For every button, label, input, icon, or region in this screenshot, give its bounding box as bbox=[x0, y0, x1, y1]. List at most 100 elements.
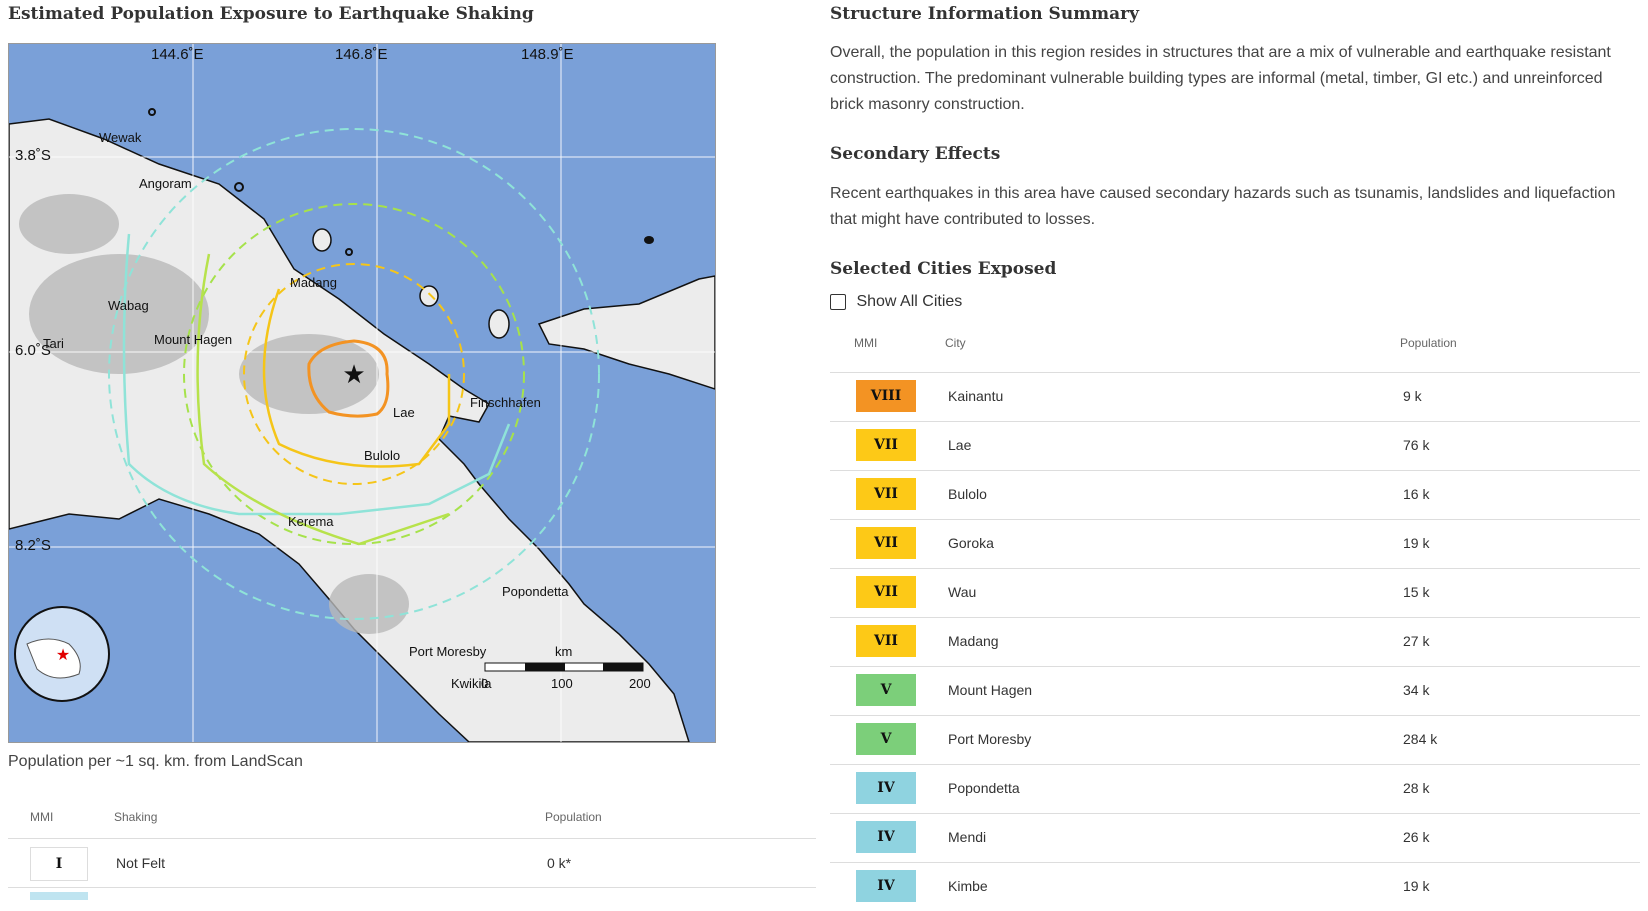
shaking-table-header: MMI Shaking Population bbox=[8, 808, 816, 838]
cities-table-header: MMI City Population bbox=[830, 330, 1640, 372]
lat-label: 3.8˚S bbox=[15, 147, 51, 164]
show-all-checkbox[interactable] bbox=[830, 294, 846, 310]
city-label: Finschhafen bbox=[470, 395, 541, 410]
city-label: Madang bbox=[290, 275, 337, 290]
city-name: Kimbe bbox=[948, 878, 988, 894]
table-row bbox=[8, 887, 816, 900]
scale-unit: km bbox=[555, 644, 573, 659]
mmi-badge: VII bbox=[856, 527, 916, 559]
scale-tick: 200 bbox=[629, 676, 651, 691]
city-label: Mount Hagen bbox=[154, 332, 233, 347]
secondary-title: Secondary Effects bbox=[830, 144, 1001, 164]
mmi-badge: I bbox=[30, 847, 88, 881]
city-label: Popondetta bbox=[502, 584, 569, 599]
city-row: V Mount Hagen 34 k bbox=[830, 666, 1640, 715]
island bbox=[312, 228, 332, 252]
shaking-label: Not Felt bbox=[116, 855, 166, 871]
city-population: 9 k bbox=[1403, 388, 1422, 404]
header-shaking: Shaking bbox=[114, 810, 158, 824]
mmi-badge: VII bbox=[856, 478, 916, 510]
city-population: 284 k bbox=[1403, 731, 1438, 747]
lon-label: 146.8˚E bbox=[335, 46, 388, 63]
city-population: 15 k bbox=[1403, 584, 1430, 600]
city-row: VII Goroka 19 k bbox=[830, 519, 1640, 568]
city-row: VII Lae 76 k bbox=[830, 421, 1640, 470]
header-city: City bbox=[945, 336, 966, 350]
city-row: V Port Moresby 284 k bbox=[830, 715, 1640, 764]
shaking-table: MMI Shaking Population I Not Felt 0 k* bbox=[8, 808, 816, 900]
mmi-badge: IV bbox=[856, 870, 916, 902]
table-row: I Not Felt 0 k* bbox=[8, 838, 816, 887]
secondary-text: Recent earthquakes in this area have cau… bbox=[830, 185, 1616, 228]
lat-label: 8.2˚S bbox=[15, 537, 51, 554]
city-population: 26 k bbox=[1403, 829, 1430, 845]
exposure-map: ★ ★ 144.6˚E 146.8˚E 148.9˚E 3.8˚S 6.0˚S … bbox=[8, 43, 716, 743]
map-caption: Population per ~1 sq. km. from LandScan bbox=[8, 753, 303, 770]
city-population: 27 k bbox=[1403, 633, 1430, 649]
city-label: Angoram bbox=[139, 176, 192, 191]
inset-star-icon: ★ bbox=[56, 647, 70, 664]
city-label: Tari bbox=[43, 336, 64, 351]
island bbox=[488, 309, 510, 339]
structure-text: Overall, the population in this region r… bbox=[830, 44, 1611, 113]
cities-table-body: VIII Kainantu 9 k VII Lae 76 k VII Bulolo 16 k VI… bbox=[830, 372, 1640, 911]
population-value: 0 k* bbox=[547, 855, 572, 871]
city-row: VIII Kainantu 9 k bbox=[830, 372, 1640, 421]
lon-label: 144.6˚E bbox=[151, 46, 204, 63]
city-name: Madang bbox=[948, 633, 999, 649]
city-population: 19 k bbox=[1403, 878, 1430, 894]
mmi-badge: V bbox=[856, 674, 916, 706]
city-name: Mendi bbox=[948, 829, 987, 845]
city-population: 16 k bbox=[1403, 486, 1430, 502]
map-svg: ★ ★ bbox=[9, 44, 715, 742]
island bbox=[644, 236, 654, 244]
show-all-cities-toggle[interactable]: Show All Cities bbox=[830, 293, 962, 311]
city-row: IV Kimbe 19 k bbox=[830, 862, 1640, 911]
city-name: Wau bbox=[948, 584, 977, 600]
mmi-badge: VII bbox=[856, 576, 916, 608]
city-row: VII Madang 27 k bbox=[830, 617, 1640, 666]
header-population: Population bbox=[545, 810, 602, 824]
city-label: Port Moresby bbox=[409, 644, 487, 659]
city-name: Bulolo bbox=[948, 486, 987, 502]
city-name: Kainantu bbox=[948, 388, 1004, 404]
city-label: Lae bbox=[393, 405, 415, 420]
show-all-label: Show All Cities bbox=[856, 293, 963, 310]
city-row: VII Bulolo 16 k bbox=[830, 470, 1640, 519]
header-population: Population bbox=[1400, 336, 1457, 350]
header-mmi: MMI bbox=[854, 336, 878, 350]
city-label: Bulolo bbox=[364, 448, 401, 463]
mmi-badge: VIII bbox=[856, 380, 916, 412]
mmi-badge bbox=[30, 892, 88, 900]
city-label: Kerema bbox=[288, 514, 334, 529]
scale-tick: 0 bbox=[481, 676, 489, 691]
city-row: IV Mendi 26 k bbox=[830, 813, 1640, 862]
city-name: Lae bbox=[948, 437, 972, 453]
header-mmi: MMI bbox=[30, 810, 54, 824]
city-population: 19 k bbox=[1403, 535, 1430, 551]
structure-title: Structure Information Summary bbox=[830, 4, 1140, 24]
exposure-title: Estimated Population Exposure to Earthqu… bbox=[8, 4, 534, 24]
city-population: 28 k bbox=[1403, 780, 1430, 796]
city-name: Mount Hagen bbox=[948, 682, 1033, 698]
scale-tick: 100 bbox=[551, 676, 573, 691]
inset-globe: ★ bbox=[14, 606, 110, 702]
epicenter-star-icon: ★ bbox=[342, 359, 365, 389]
city-label: Wewak bbox=[99, 130, 142, 145]
city-label: Wabag bbox=[108, 298, 149, 313]
city-name: Goroka bbox=[948, 535, 994, 551]
scale-bar bbox=[484, 662, 644, 672]
cities-title: Selected Cities Exposed bbox=[830, 259, 1057, 279]
city-name: Popondetta bbox=[948, 780, 1020, 796]
city-row: IV Popondetta 28 k bbox=[830, 764, 1640, 813]
city-population: 34 k bbox=[1403, 682, 1430, 698]
cities-table: MMI City Population VIII Kainantu 9 k VII La… bbox=[830, 330, 1640, 911]
mmi-badge: IV bbox=[856, 772, 916, 804]
mmi-badge: VII bbox=[856, 429, 916, 461]
city-population: 76 k bbox=[1403, 437, 1430, 453]
lon-label: 148.9˚E bbox=[521, 46, 574, 63]
mmi-badge: IV bbox=[856, 821, 916, 853]
mmi-badge: V bbox=[856, 723, 916, 755]
city-name: Port Moresby bbox=[948, 731, 1032, 747]
mmi-badge: VII bbox=[856, 625, 916, 657]
